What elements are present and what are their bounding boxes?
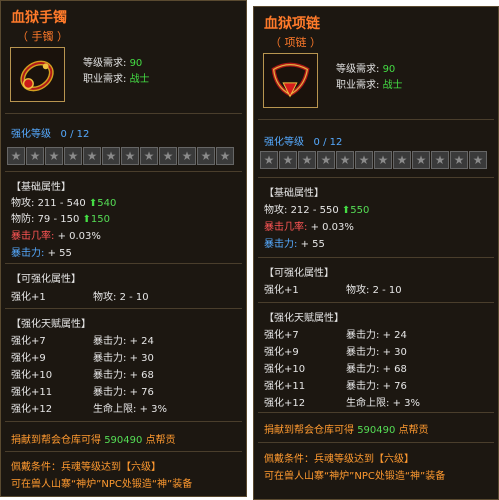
base-attr-row: 暴击几率: + 0.03% xyxy=(11,231,101,242)
enhance-star-icon: ★ xyxy=(393,151,411,169)
enhance-star-icon: ★ xyxy=(83,147,101,165)
enhance-star-icon: ★ xyxy=(26,147,44,165)
enhance-star-icon: ★ xyxy=(355,151,373,169)
enhance-star-icon: ★ xyxy=(317,151,335,169)
class-requirement: 职业需求: 战士 xyxy=(83,74,150,85)
enhance-star-icon: ★ xyxy=(197,147,215,165)
enhance-star-icon: ★ xyxy=(216,147,234,165)
enhance-star-icon: ★ xyxy=(45,147,63,165)
base-attr-row: 物防: 79 - 150 ⬆150 xyxy=(11,214,111,225)
talent-level: 强化+10 xyxy=(11,370,53,381)
base-attr-title: 【基础属性】 xyxy=(11,182,71,193)
class-requirement: 职业需求: 战士 xyxy=(336,80,403,91)
talent-stat: 暴击力: + 30 xyxy=(346,347,407,358)
base-attr-row: 暴击力: + 55 xyxy=(11,248,72,259)
enh-attr-title: 【可强化属性】 xyxy=(11,274,81,285)
enhance-star-icon: ★ xyxy=(374,151,392,169)
talent-attr-title: 【强化天赋属性】 xyxy=(264,313,344,324)
bracelet-icon xyxy=(10,47,65,102)
talent-level: 强化+11 xyxy=(264,381,306,392)
donate-line: 捐献到帮会仓库可得 590490 点帮贡 xyxy=(264,425,429,436)
talent-level: 强化+9 xyxy=(264,347,299,358)
item-tooltip-bracelet: 血狱手镯 （ 手镯 ） 等级需求: 90 职业需求: 战士 强化等级 0 / 1… xyxy=(0,0,247,497)
item-type: （ 手镯 ） xyxy=(17,30,68,43)
level-requirement: 等级需求: 90 xyxy=(336,64,396,75)
item-title: 血狱手镯 xyxy=(11,10,67,26)
enhance-star-icon: ★ xyxy=(336,151,354,169)
forge-hint: 可在兽人山寨“神炉”NPC处锻造“神”装备 xyxy=(11,479,193,490)
enh-attr-row: 强化+1 xyxy=(264,285,299,296)
enhance-star-icon: ★ xyxy=(121,147,139,165)
talent-stat: 暴击力: + 30 xyxy=(93,353,154,364)
talent-attr-title: 【强化天赋属性】 xyxy=(11,319,91,330)
wear-condition: 佩戴条件：兵魂等级达到【六级】 xyxy=(264,454,414,465)
item-tooltip-necklace: 血狱项链 （ 项链 ） 等级需求: 90 职业需求: 战士 强化等级 0 / 1… xyxy=(253,6,499,500)
item-type: （ 项链 ） xyxy=(270,36,321,49)
enhance-star-icon: ★ xyxy=(178,147,196,165)
enhance-star-icon: ★ xyxy=(431,151,449,169)
enhance-star-icon: ★ xyxy=(140,147,158,165)
talent-level: 强化+9 xyxy=(11,353,46,364)
enhance-stars: ★ ★ ★ ★ ★ ★ ★ ★ ★ ★ ★ ★ xyxy=(7,147,235,165)
enh-attr-value: 物攻: 2 - 10 xyxy=(93,292,149,303)
enhance-star-icon: ★ xyxy=(412,151,430,169)
donate-line: 捐献到帮会仓库可得 590490 点帮贡 xyxy=(11,435,176,446)
enhance-level: 强化等级 0 / 12 xyxy=(11,129,90,140)
forge-hint: 可在兽人山寨“神炉”NPC处锻造“神”装备 xyxy=(264,471,446,482)
enh-attr-value: 物攻: 2 - 10 xyxy=(346,285,402,296)
base-attr-row: 物攻: 212 - 550 ⬆550 xyxy=(264,205,370,216)
enh-attr-row: 强化+1 xyxy=(11,292,46,303)
talent-level: 强化+12 xyxy=(264,398,306,409)
enhance-star-icon: ★ xyxy=(469,151,487,169)
enhance-star-icon: ★ xyxy=(7,147,25,165)
enhance-star-icon: ★ xyxy=(298,151,316,169)
talent-stat: 暴击力: + 68 xyxy=(346,364,407,375)
talent-level: 强化+11 xyxy=(11,387,53,398)
enhance-star-icon: ★ xyxy=(279,151,297,169)
enhance-star-icon: ★ xyxy=(159,147,177,165)
necklace-icon xyxy=(263,53,318,108)
talent-stat: 暴击力: + 24 xyxy=(346,330,407,341)
talent-stat: 暴击力: + 24 xyxy=(93,336,154,347)
talent-stat: 暴击力: + 76 xyxy=(93,387,154,398)
talent-level: 强化+12 xyxy=(11,404,53,415)
base-attr-row: 暴击力: + 55 xyxy=(264,239,325,250)
enh-attr-title: 【可强化属性】 xyxy=(264,268,334,279)
enhance-star-icon: ★ xyxy=(450,151,468,169)
talent-stat: 生命上限: + 3% xyxy=(346,398,420,409)
enhance-star-icon: ★ xyxy=(64,147,82,165)
enhance-stars: ★ ★ ★ ★ ★ ★ ★ ★ ★ ★ ★ ★ xyxy=(260,151,488,169)
talent-level: 强化+10 xyxy=(264,364,306,375)
base-attr-row: 物攻: 211 - 540 ⬆540 xyxy=(11,198,117,209)
enhance-star-icon: ★ xyxy=(260,151,278,169)
talent-level: 强化+7 xyxy=(264,330,299,341)
base-attr-title: 【基础属性】 xyxy=(264,188,324,199)
base-attr-row: 暴击几率: + 0.03% xyxy=(264,222,354,233)
level-requirement: 等级需求: 90 xyxy=(83,58,143,69)
talent-stat: 暴击力: + 68 xyxy=(93,370,154,381)
talent-level: 强化+7 xyxy=(11,336,46,347)
item-title: 血狱项链 xyxy=(264,16,320,32)
talent-stat: 生命上限: + 3% xyxy=(93,404,167,415)
enhance-level: 强化等级 0 / 12 xyxy=(264,137,343,148)
enhance-star-icon: ★ xyxy=(102,147,120,165)
talent-stat: 暴击力: + 76 xyxy=(346,381,407,392)
wear-condition: 佩戴条件：兵魂等级达到【六级】 xyxy=(11,462,161,473)
